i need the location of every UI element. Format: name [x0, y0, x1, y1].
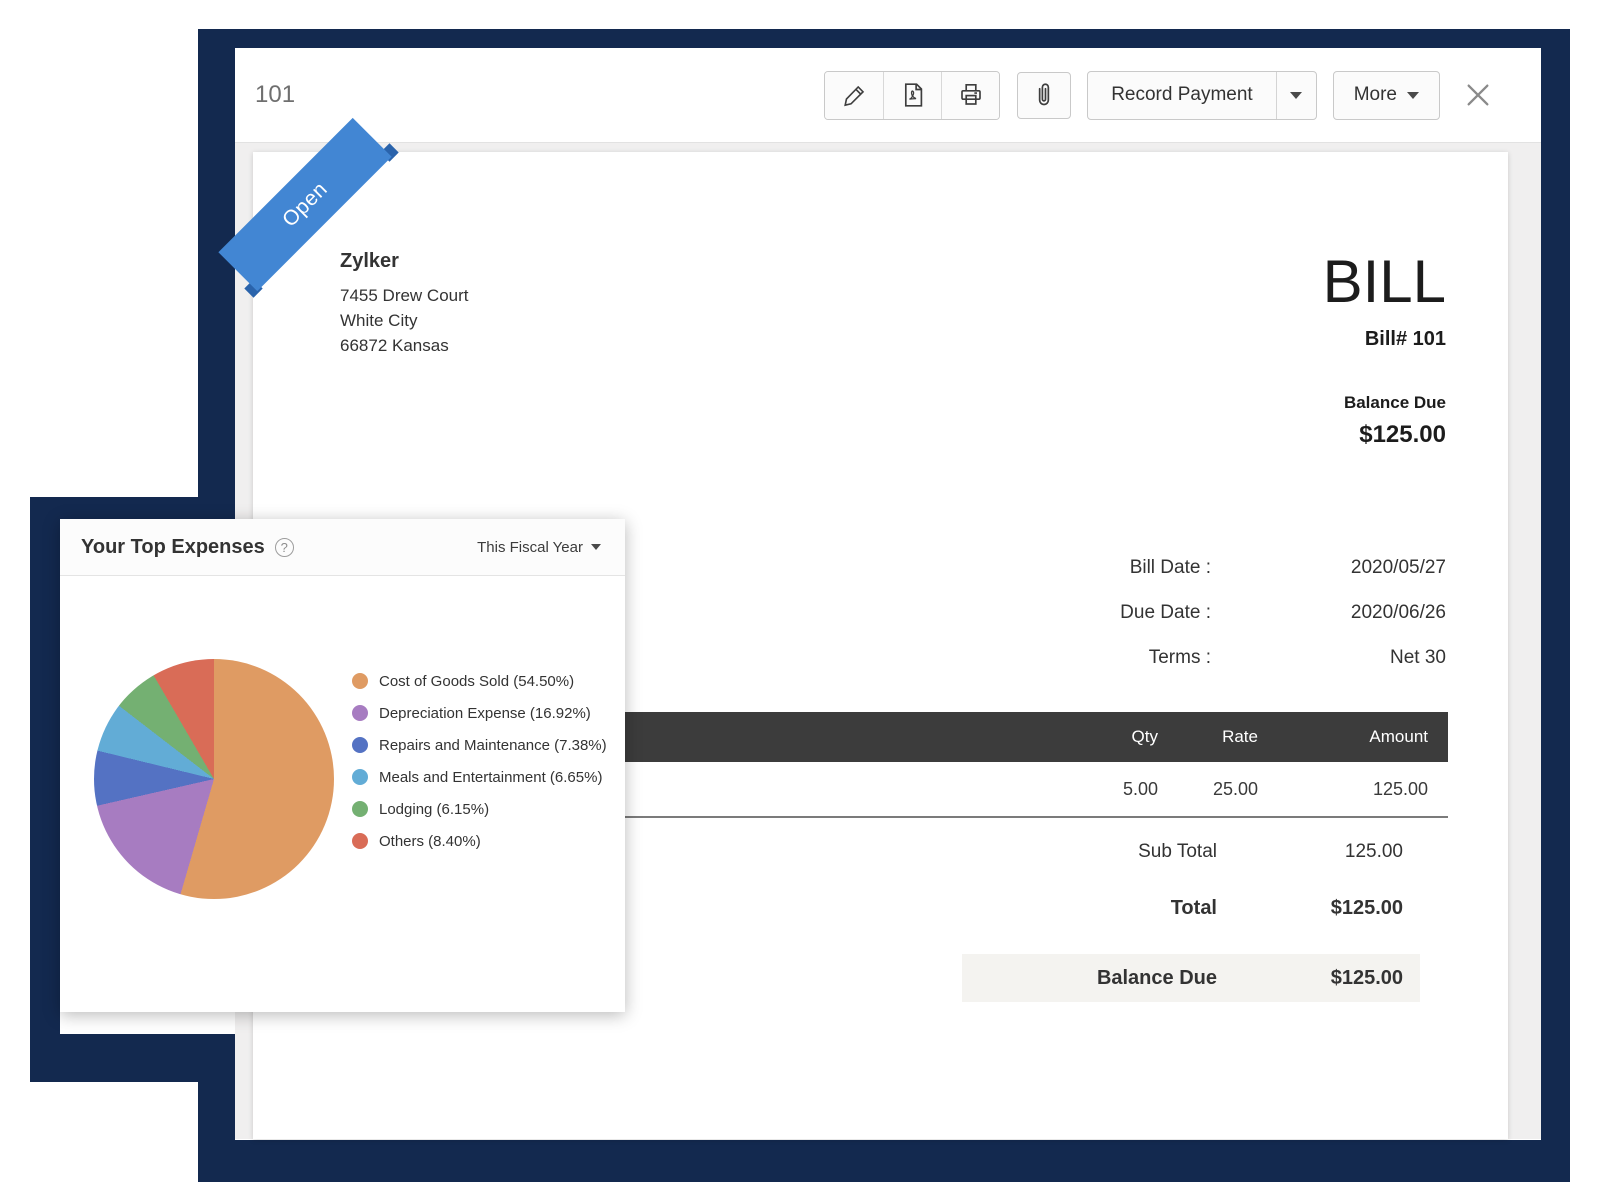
frame-border-bottom — [198, 1140, 1570, 1182]
balance-due-value: $125.00 — [1323, 421, 1446, 449]
legend-swatch — [352, 705, 368, 721]
due-date-value: 2020/06/26 — [1211, 602, 1446, 624]
qty-column-header: Qty — [1078, 727, 1178, 747]
balance-due-label: Balance Due — [1323, 393, 1446, 413]
more-button[interactable]: More — [1333, 71, 1440, 120]
frame-border-top — [198, 29, 1570, 48]
legend-item: Repairs and Maintenance (7.38%) — [352, 734, 607, 756]
due-date-row: Due Date : 2020/06/26 — [1120, 590, 1446, 635]
close-button[interactable] — [1461, 78, 1495, 112]
subtotal-value: 125.00 — [1217, 841, 1420, 863]
subtotal-label: Sub Total — [962, 841, 1217, 863]
legend-item: Depreciation Expense (16.92%) — [352, 702, 607, 724]
legend-item: Meals and Entertainment (6.65%) — [352, 766, 607, 788]
document-type-title: BILL — [1323, 252, 1446, 312]
expenses-pie-chart[interactable] — [94, 659, 334, 899]
legend-item: Others (8.40%) — [352, 830, 607, 852]
legend-swatch — [352, 801, 368, 817]
pencil-icon — [843, 84, 866, 107]
caret-down-icon — [591, 544, 601, 550]
legend-item: Cost of Goods Sold (54.50%) — [352, 670, 607, 692]
print-button[interactable] — [941, 72, 999, 119]
legend-swatch — [352, 737, 368, 753]
close-x-icon — [1464, 81, 1492, 109]
bill-header-block: BILL Bill# 101 Balance Due $125.00 — [1323, 252, 1446, 449]
caret-down-icon — [1290, 92, 1302, 99]
attach-file-button[interactable] — [1017, 72, 1071, 119]
top-expenses-card: Your Top Expenses ? This Fiscal Year Cos… — [60, 519, 625, 1012]
amount-cell: 125.00 — [1278, 779, 1448, 800]
period-label: This Fiscal Year — [477, 539, 583, 556]
rate-cell: 25.00 — [1178, 779, 1278, 800]
status-badge: Open — [218, 118, 391, 291]
paperclip-icon — [1036, 82, 1052, 108]
record-payment-button[interactable]: Record Payment — [1088, 72, 1276, 119]
legend-label: Repairs and Maintenance (7.38%) — [379, 737, 607, 754]
amount-column-header: Amount — [1278, 727, 1448, 747]
page: 101 — [0, 0, 1600, 1200]
qty-cell: 5.00 — [1078, 779, 1178, 800]
printer-icon — [959, 83, 983, 107]
legend-label: Others (8.40%) — [379, 833, 481, 850]
terms-label: Terms : — [1149, 647, 1211, 669]
pdf-file-icon — [902, 83, 924, 107]
caret-down-icon — [1407, 92, 1419, 99]
top-expenses-title: Your Top Expenses — [81, 536, 265, 559]
top-expenses-body: Cost of Goods Sold (54.50%) Depreciation … — [60, 576, 625, 1012]
bill-date-label: Bill Date : — [1130, 557, 1211, 579]
balance-due-row-label: Balance Due — [962, 967, 1217, 990]
legend-swatch — [352, 673, 368, 689]
edit-button[interactable] — [825, 72, 883, 119]
terms-row: Terms : Net 30 — [1120, 635, 1446, 680]
help-icon[interactable]: ? — [275, 538, 294, 557]
total-value: $125.00 — [1217, 897, 1420, 920]
bill-date-row: Bill Date : 2020/05/27 — [1120, 545, 1446, 590]
period-selector[interactable]: This Fiscal Year — [477, 539, 601, 556]
bill-number: Bill# 101 — [1323, 328, 1446, 351]
record-payment-label: Record Payment — [1111, 84, 1253, 106]
legend-label: Meals and Entertainment (6.65%) — [379, 769, 602, 786]
rate-column-header: Rate — [1178, 727, 1278, 747]
document-actions-group — [824, 71, 1000, 120]
pie-legend: Cost of Goods Sold (54.50%) Depreciation … — [352, 670, 607, 852]
legend-label: Lodging (6.15%) — [379, 801, 489, 818]
record-payment-split-button: Record Payment — [1087, 71, 1317, 120]
bill-date-value: 2020/05/27 — [1211, 557, 1446, 579]
vendor-address-line: 66872 Kansas — [340, 333, 469, 358]
legend-swatch — [352, 769, 368, 785]
legend-swatch — [352, 833, 368, 849]
toolbar: 101 — [235, 48, 1541, 143]
legend-label: Cost of Goods Sold (54.50%) — [379, 673, 574, 690]
terms-value: Net 30 — [1211, 647, 1446, 669]
subtotal-row: Sub Total 125.00 — [962, 824, 1420, 880]
bill-number-heading: 101 — [255, 81, 295, 109]
record-payment-dropdown[interactable] — [1276, 72, 1316, 119]
export-pdf-button[interactable] — [883, 72, 941, 119]
due-date-label: Due Date : — [1120, 602, 1211, 624]
top-expenses-header: Your Top Expenses ? This Fiscal Year — [60, 519, 625, 576]
balance-due-row-value: $125.00 — [1217, 967, 1420, 990]
total-label: Total — [962, 897, 1217, 920]
frame-border-right — [1541, 29, 1570, 1182]
bill-meta-block: Bill Date : 2020/05/27 Due Date : 2020/0… — [1120, 545, 1446, 680]
total-row: Total $125.00 — [962, 880, 1420, 936]
more-label: More — [1354, 84, 1397, 106]
legend-label: Depreciation Expense (16.92%) — [379, 705, 591, 722]
totals-block: Sub Total 125.00 Total $125.00 Balance D… — [962, 824, 1420, 1002]
balance-due-row: Balance Due $125.00 — [962, 954, 1420, 1002]
legend-item: Lodging (6.15%) — [352, 798, 607, 820]
status-ribbon: Open — [253, 152, 423, 322]
